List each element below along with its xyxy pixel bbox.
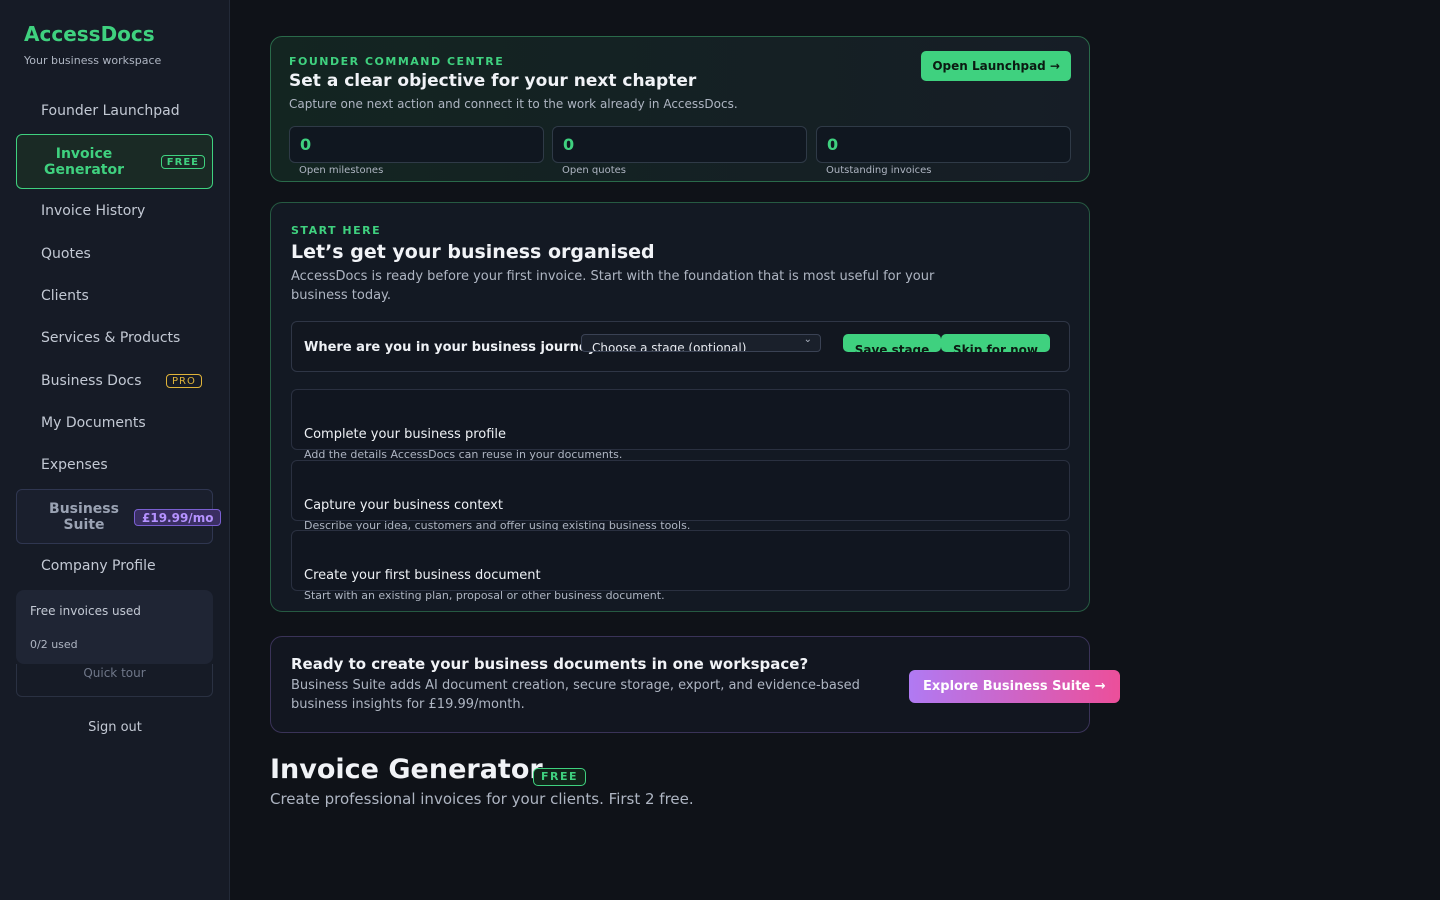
sidebar-item-label: Company Profile [41, 558, 156, 574]
sidebar-item-company-profile[interactable]: Company Profile [16, 547, 213, 585]
save-stage-button[interactable]: Save stage [843, 334, 941, 352]
sidebar-item-label: Services & Products [41, 330, 181, 346]
business-suite-promo: Ready to create your business documents … [270, 636, 1120, 733]
stat-value: 0 [300, 135, 312, 154]
sidebar-item-expenses[interactable]: Expenses [16, 446, 213, 484]
task-first-document[interactable]: Create your first business document Star… [291, 530, 1070, 602]
usage-title: Free invoices used [30, 604, 141, 618]
page-title: Invoice Generator [270, 754, 543, 785]
stat-value: 0 [563, 135, 575, 154]
price-badge: £19.99/mo [134, 509, 222, 526]
section-title: Set a clear objective for your next chap… [289, 71, 697, 91]
promo-description: Business Suite adds AI document creation… [291, 678, 860, 712]
journey-question: Where are you in your business journey? [304, 340, 604, 355]
stat-label: Outstanding invoices [826, 165, 932, 176]
founder-command-centre: FOUNDER COMMAND CENTRE Set a clear objec… [270, 36, 1090, 182]
task-title: Capture your business context [304, 498, 503, 513]
stat-open-quotes[interactable]: 0 Open quotes [552, 126, 807, 176]
section-eyebrow: START HERE [291, 224, 382, 237]
skip-for-now-button[interactable]: Skip for now [941, 334, 1050, 352]
stat-label: Open quotes [562, 165, 626, 176]
free-invoice-usage: Free invoices used 0/2 used [16, 590, 213, 664]
stage-select[interactable]: Choose a stage (optional) ⌄ [581, 334, 821, 352]
stage-select-value: Choose a stage (optional) [592, 341, 747, 352]
task-title: Create your first business document [304, 568, 541, 583]
sidebar-item-label: Expenses [41, 457, 108, 473]
promo-title: Ready to create your business documents … [291, 655, 809, 673]
sidebar-item-my-documents[interactable]: My Documents [16, 404, 213, 442]
business-journey-row: Where are you in your business journey? … [291, 321, 1070, 372]
sidebar-item-label: Business Docs [41, 373, 142, 389]
page-subtitle: Create professional invoices for your cl… [270, 790, 694, 808]
stat-outstanding-invoices[interactable]: 0 Outstanding invoices [816, 126, 1071, 176]
section-eyebrow: FOUNDER COMMAND CENTRE [289, 55, 505, 68]
sidebar-item-label: Quotes [41, 246, 91, 262]
start-here-panel: START HERE Let’s get your business organ… [270, 202, 1090, 612]
section-description: Capture one next action and connect it t… [289, 97, 738, 111]
sidebar-item-label: Clients [41, 288, 89, 304]
sidebar-item-founder-launchpad[interactable]: Founder Launchpad [16, 92, 213, 130]
sidebar-item-quotes[interactable]: Quotes [16, 235, 213, 273]
usage-count: 0/2 used [30, 638, 78, 651]
sidebar: AccessDocs Your business workspace Found… [0, 0, 230, 900]
sidebar-item-invoice-history[interactable]: Invoice History [16, 192, 213, 230]
pro-badge: PRO [166, 374, 202, 388]
sidebar-item-label: Founder Launchpad [41, 103, 180, 119]
stat-value: 0 [827, 135, 839, 154]
sidebar-item-services-products[interactable]: Services & Products [16, 319, 213, 357]
sidebar-item-label: Invoice History [41, 203, 146, 219]
stat-label: Open milestones [299, 165, 384, 176]
chevron-down-icon: ⌄ [803, 334, 812, 345]
task-capture-context[interactable]: Capture your business context Describe y… [291, 460, 1070, 532]
explore-business-suite-button[interactable]: Explore Business Suite → [909, 670, 1120, 703]
task-description: Start with an existing plan, proposal or… [304, 589, 665, 602]
stat-open-milestones[interactable]: 0 Open milestones [289, 126, 544, 176]
task-complete-profile[interactable]: Complete your business profile Add the d… [291, 389, 1070, 461]
section-title: Let’s get your business organised [291, 241, 655, 263]
sidebar-item-label: My Documents [41, 415, 146, 431]
sidebar-item-clients[interactable]: Clients [16, 277, 213, 315]
open-launchpad-button[interactable]: Open Launchpad → [921, 51, 1071, 81]
free-badge: FREE [533, 768, 587, 786]
brand-logo[interactable]: AccessDocs [24, 22, 155, 46]
sidebar-item-label: Business Suite [49, 500, 119, 533]
brand-tagline: Your business workspace [24, 54, 162, 67]
sidebar-item-invoice-generator[interactable]: Invoice Generator FREE [16, 134, 213, 189]
sidebar-item-business-docs[interactable]: Business Docs PRO [16, 362, 213, 400]
free-badge: FREE [160, 155, 205, 169]
section-description: AccessDocs is ready before your first in… [291, 269, 935, 303]
task-title: Complete your business profile [304, 427, 507, 442]
quick-tour-button[interactable]: Quick tour [16, 664, 213, 697]
sign-out-button[interactable]: Sign out [0, 720, 230, 735]
sidebar-item-label: Invoice Generator [43, 145, 124, 178]
sidebar-item-business-suite[interactable]: Business Suite £19.99/mo [16, 489, 222, 544]
